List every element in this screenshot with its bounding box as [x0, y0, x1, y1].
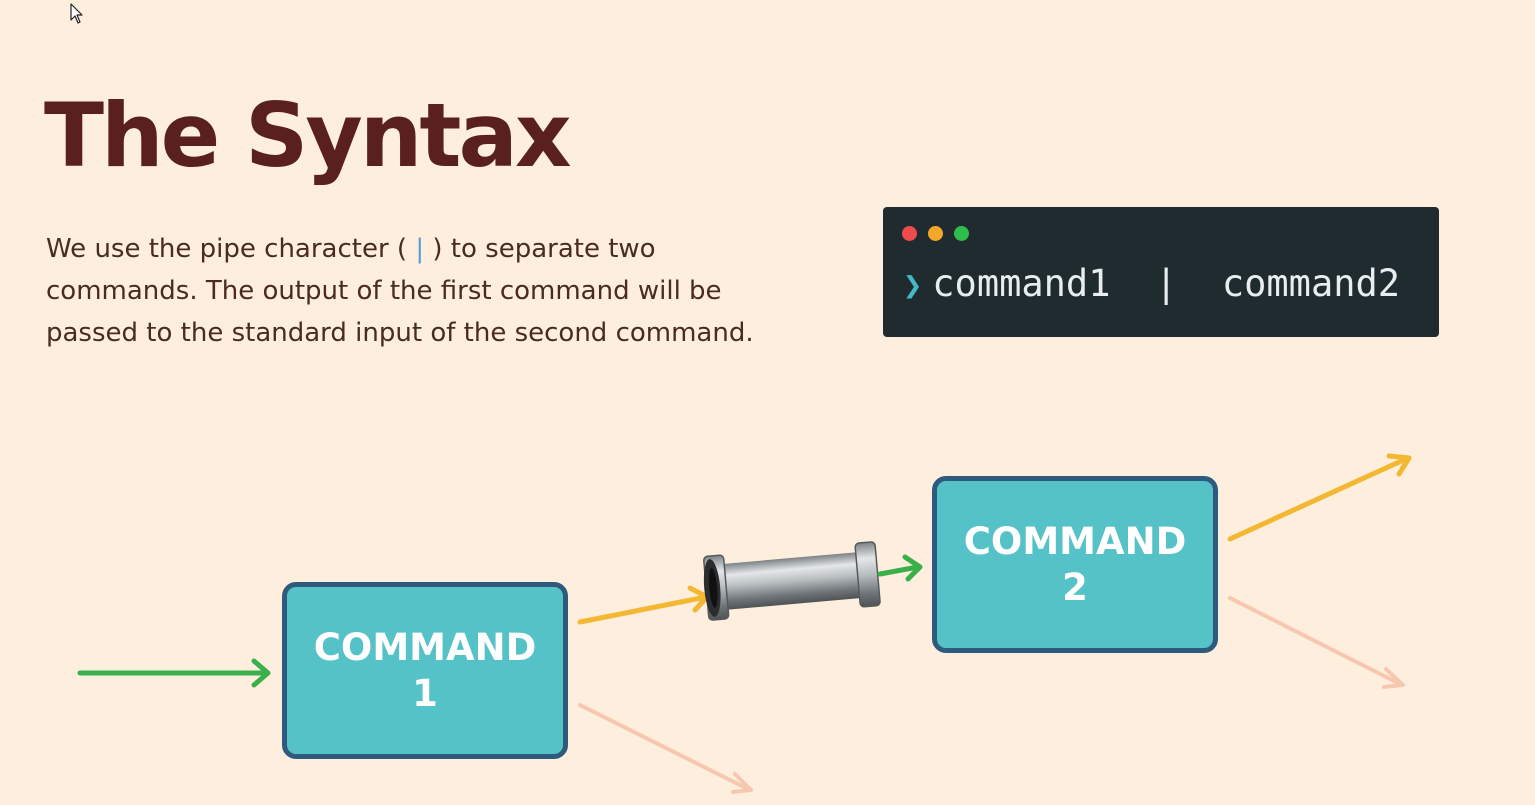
stderr-arrow-1-icon	[578, 703, 753, 794]
stdout-arrow-1-icon	[577, 585, 710, 625]
stderr-arrow-2-icon	[1228, 596, 1405, 689]
terminal-command-text: command1 | command2	[932, 262, 1401, 305]
description-line-3: passed to the standard input of the seco…	[46, 318, 754, 348]
slide: The Syntax We use the pipe character ( |…	[0, 0, 1535, 805]
pipe-character: |	[415, 234, 425, 264]
description-line-1-start: We use the pipe character (	[46, 234, 416, 264]
description-line-1: We use the pipe character ( | ) to separ…	[46, 228, 826, 270]
command-2-box: COMMAND 2	[932, 476, 1218, 653]
close-dot-icon	[902, 226, 917, 241]
command-2-label: COMMAND	[963, 519, 1187, 563]
prompt-chevron-icon: ❯	[903, 266, 923, 304]
slide-description: We use the pipe character ( | ) to separ…	[46, 228, 826, 354]
description-line-1-end: ) to separate two	[424, 234, 656, 264]
command-1-box: COMMAND 1	[282, 582, 568, 759]
pipe-output-arrow-icon	[877, 554, 923, 582]
stdout-arrow-2-icon	[1227, 453, 1412, 542]
cursor-icon	[70, 3, 83, 24]
maximize-dot-icon	[954, 226, 969, 241]
minimize-dot-icon	[928, 226, 943, 241]
pipe-icon	[703, 541, 881, 621]
terminal-command-line: ❯ command1 | command2	[903, 262, 1400, 307]
command-1-number: 1	[412, 671, 438, 715]
stdin-arrow-icon	[77, 658, 271, 688]
command-2-number: 2	[1062, 565, 1088, 609]
description-line-2: commands. The output of the first comman…	[46, 276, 722, 306]
slide-title: The Syntax	[44, 84, 572, 187]
command-1-label: COMMAND	[313, 625, 537, 669]
